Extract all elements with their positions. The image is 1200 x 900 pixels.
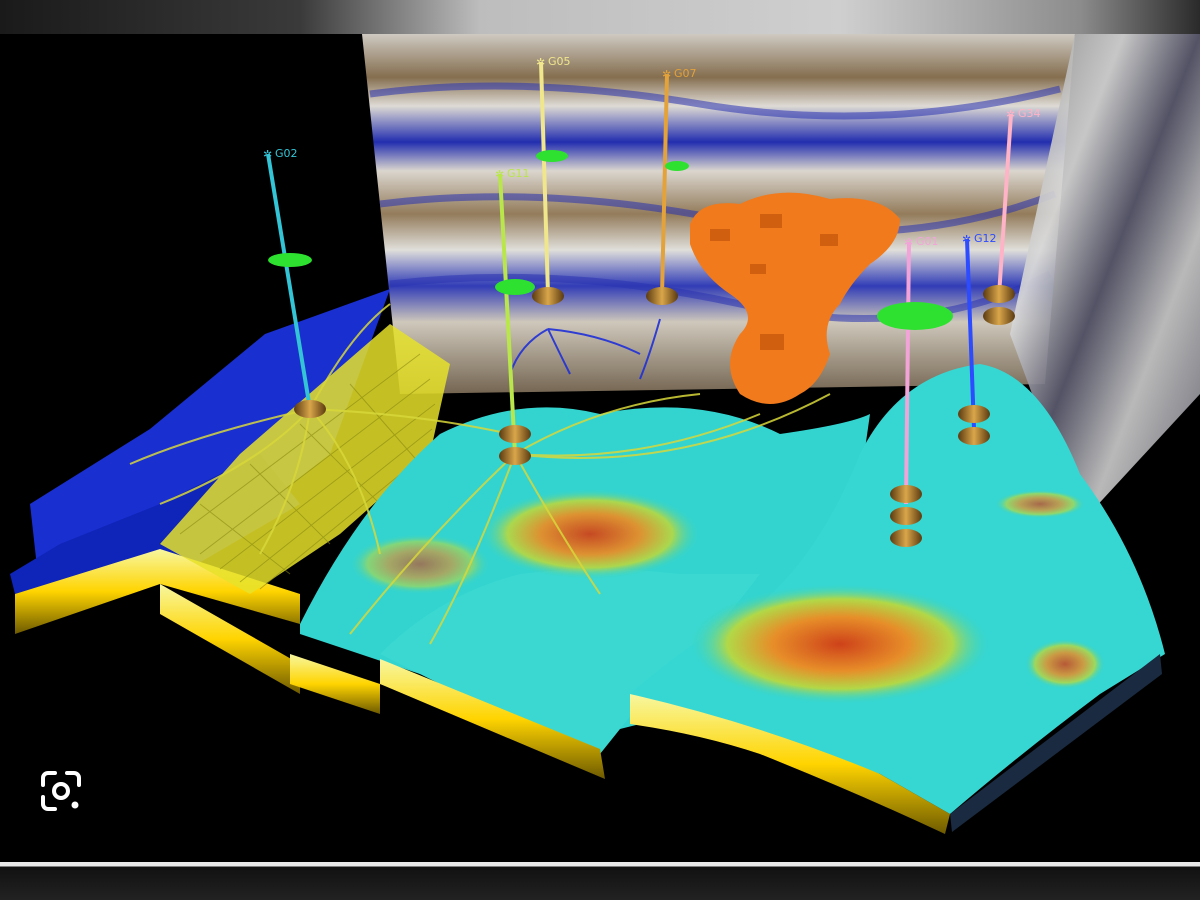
- well-perforation-disc: [665, 161, 689, 171]
- well-label: G11: [507, 167, 530, 180]
- well-completion: [532, 287, 564, 305]
- bottom-banner: [0, 862, 1200, 900]
- well-label: G02: [275, 147, 298, 160]
- property-patch-4: [995, 490, 1085, 518]
- top-banner: [0, 0, 1200, 34]
- well-completion: [646, 287, 678, 305]
- well-completion: [890, 529, 922, 547]
- property-patch-1: [480, 489, 700, 579]
- well-star-icon: ✲: [263, 148, 272, 161]
- well-star-icon: ✲: [536, 56, 545, 69]
- well-label: G12: [974, 232, 997, 245]
- well-completion: [294, 400, 326, 418]
- well-perforation-disc: [495, 279, 535, 295]
- well-label: G34: [1018, 107, 1041, 120]
- google-lens-icon: [41, 771, 81, 811]
- well-completion: [890, 485, 922, 503]
- well-star-icon: ✲: [962, 233, 971, 246]
- property-patch-5: [350, 534, 490, 594]
- well-perforation-disc: [268, 253, 312, 267]
- well-completion: [499, 425, 531, 443]
- well-completion: [890, 507, 922, 525]
- property-patch-3: [1025, 639, 1105, 689]
- strata-edge-b: [290, 654, 380, 714]
- well-completion: [958, 427, 990, 445]
- well-star-icon: ✲: [1006, 108, 1015, 121]
- well-label: G07: [674, 67, 697, 80]
- well-perforation-disc: [877, 302, 953, 330]
- property-patch-2: [690, 584, 990, 704]
- well-star-icon: ✲: [495, 168, 504, 181]
- well-completion: [983, 307, 1015, 325]
- well-completion: [983, 285, 1015, 303]
- well-star-icon: ✲: [662, 68, 671, 81]
- well-completion: [499, 447, 531, 465]
- well-label: G01: [916, 235, 939, 248]
- google-lens-button[interactable]: [38, 768, 84, 814]
- well-completion: [958, 405, 990, 423]
- well-label: G05: [548, 55, 571, 68]
- reservoir-3d-view: ✲ G02✲ G05✲ G07✲ G11✲ G01 ✲ G12✲ G34: [10, 34, 1200, 834]
- well-star-icon: ✲: [904, 236, 913, 249]
- well-perforation-disc: [536, 150, 568, 162]
